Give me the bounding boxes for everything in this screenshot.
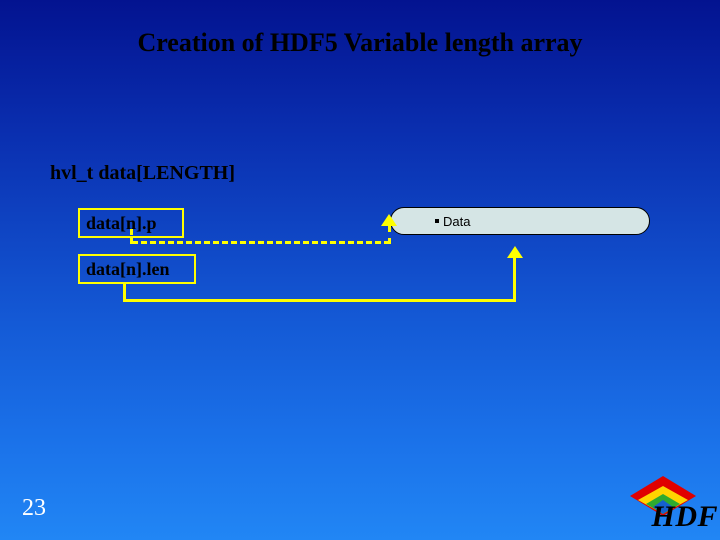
arrowhead-icon <box>507 246 523 258</box>
hdf-logo-text: HDF <box>651 500 718 534</box>
field-p-label: data[n].p <box>86 213 157 234</box>
data-node-label: Data <box>443 214 470 229</box>
field-len-label: data[n].len <box>86 259 170 280</box>
slide-title: Creation of HDF5 Variable length array <box>0 28 720 58</box>
arrowhead-icon <box>381 214 397 226</box>
bullet-icon <box>435 219 439 223</box>
connector-len-segment <box>123 299 516 302</box>
field-len-box: data[n].len <box>78 254 196 284</box>
slide: Creation of HDF5 Variable length array h… <box>0 0 720 540</box>
connector-p-segment <box>388 226 391 244</box>
page-number: 23 <box>22 495 46 522</box>
data-node: Data <box>390 207 650 235</box>
connector-len-segment <box>513 256 516 302</box>
declaration-text: hvl_t data[LENGTH] <box>50 162 235 185</box>
connector-p-segment <box>132 241 390 244</box>
